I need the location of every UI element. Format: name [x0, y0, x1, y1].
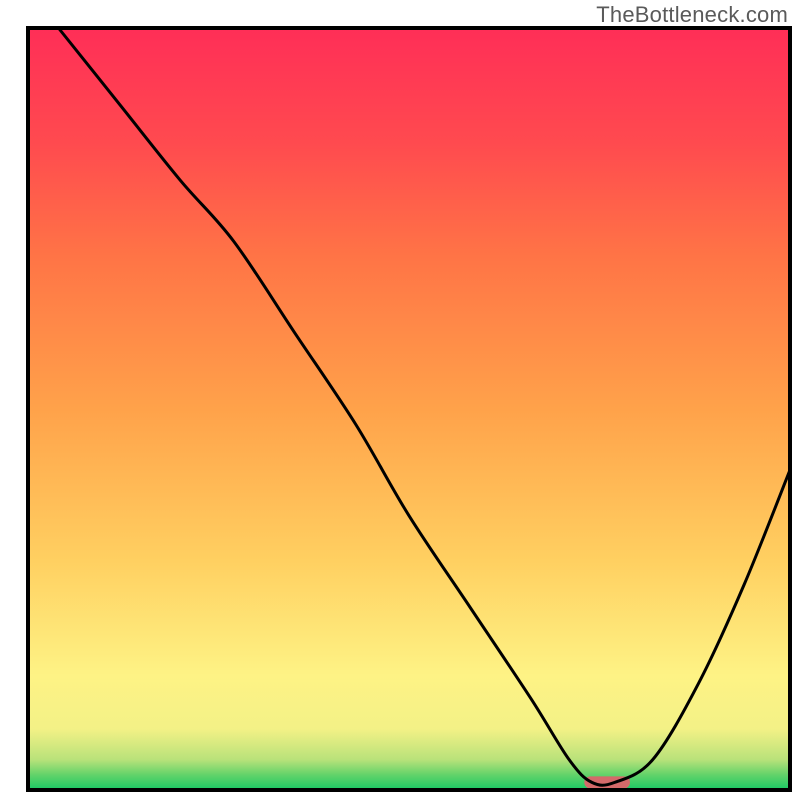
bottleneck-chart: [0, 0, 800, 800]
gradient-background: [28, 28, 790, 790]
watermark-text: TheBottleneck.com: [596, 2, 788, 28]
chart-container: TheBottleneck.com: [0, 0, 800, 800]
